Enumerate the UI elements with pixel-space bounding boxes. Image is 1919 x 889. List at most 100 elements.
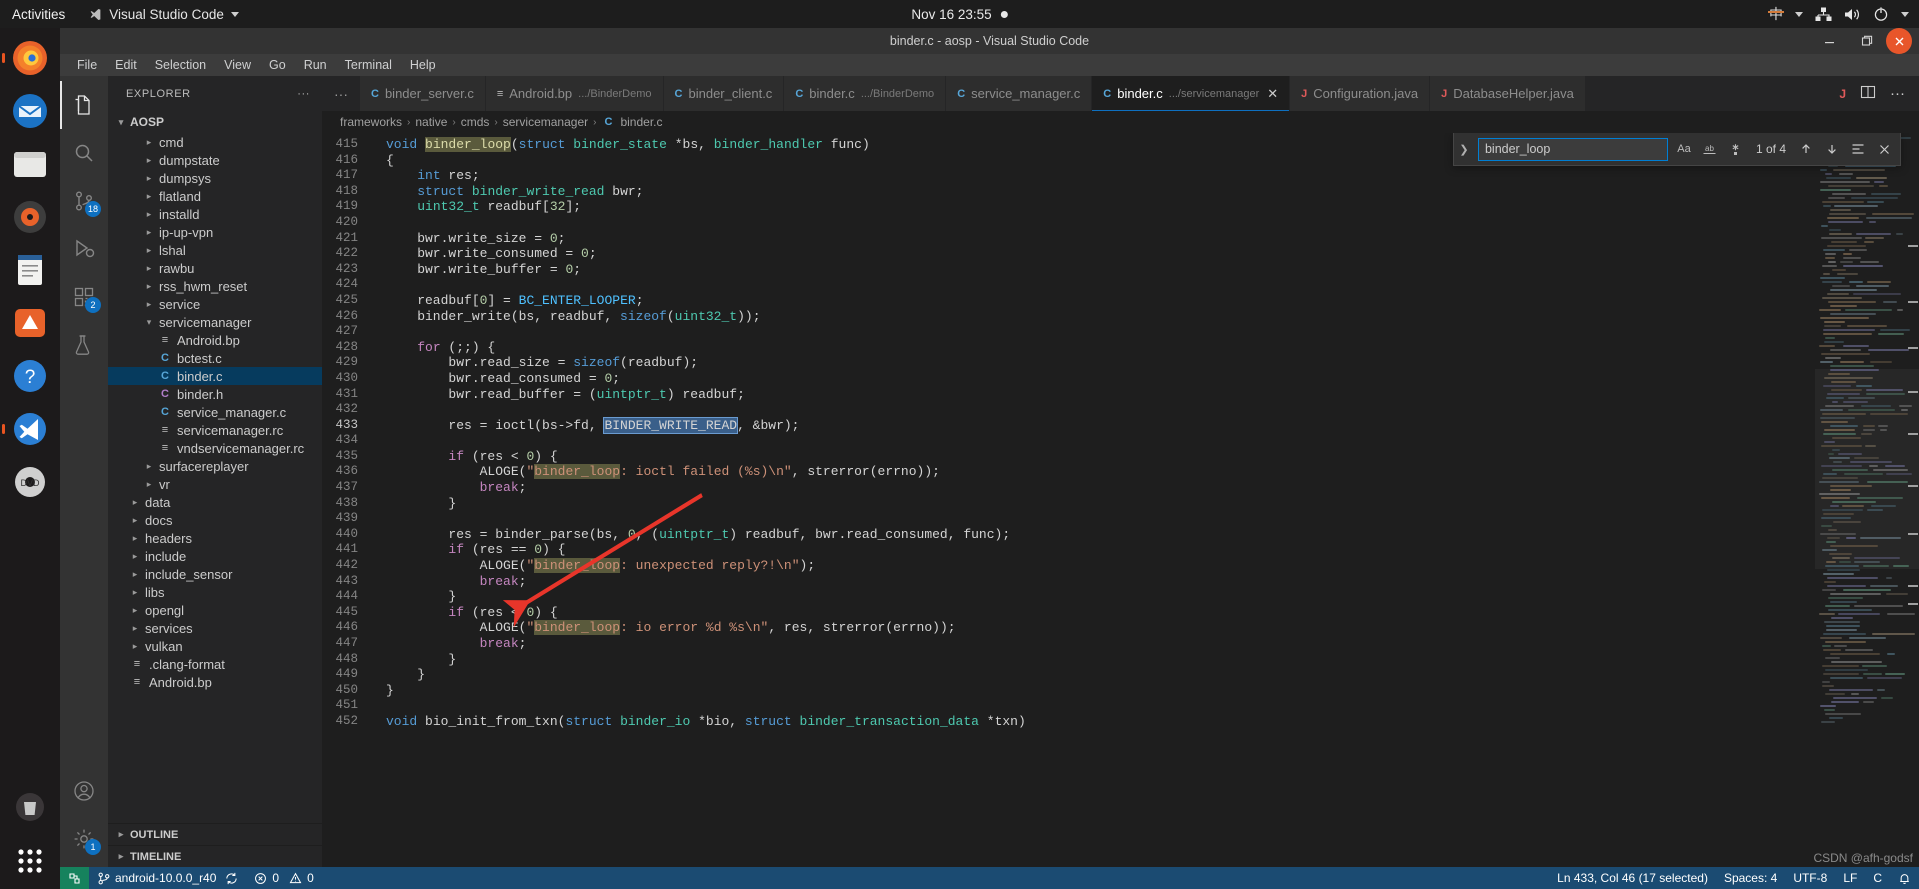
editor-tab[interactable]: JDatabaseHelper.java xyxy=(1430,76,1586,111)
minimap[interactable] xyxy=(1815,133,1919,867)
tree-folder[interactable]: ▸libs xyxy=(108,583,322,601)
code-line[interactable]: if (res < 0) { xyxy=(386,449,1815,465)
tree-file[interactable]: ≡Android.bp xyxy=(108,673,322,691)
code-line[interactable]: } xyxy=(386,589,1815,605)
code-line[interactable]: struct binder_write_read bwr; xyxy=(386,184,1815,200)
code-line[interactable]: } xyxy=(386,652,1815,668)
code-line[interactable]: res = binder_parse(bs, 0, (uintptr_t) re… xyxy=(386,527,1815,543)
system-chevron-down-icon[interactable] xyxy=(1901,12,1909,17)
code-line[interactable]: } xyxy=(386,683,1815,699)
app-menu-button[interactable]: Visual Studio Code xyxy=(79,7,249,22)
code-line[interactable] xyxy=(386,277,1815,293)
code-line[interactable]: uint32_t readbuf[32]; xyxy=(386,199,1815,215)
tree-folder[interactable]: ▸rss_hwm_reset xyxy=(108,277,322,295)
tree-file[interactable]: ≡.clang-format xyxy=(108,655,322,673)
code-line[interactable]: bwr.write_consumed = 0; xyxy=(386,246,1815,262)
code-line[interactable] xyxy=(386,511,1815,527)
close-button[interactable] xyxy=(1886,28,1912,54)
toggle-replace-chevron-right-icon[interactable]: ❯ xyxy=(1456,143,1472,156)
tree-folder[interactable]: ▸rawbu xyxy=(108,259,322,277)
tree-folder[interactable]: ▸surfacereplayer xyxy=(108,457,322,475)
menu-item-edit[interactable]: Edit xyxy=(106,56,146,74)
find-next-button[interactable] xyxy=(1822,139,1842,159)
menu-item-view[interactable]: View xyxy=(215,56,260,74)
code-line[interactable]: bwr.write_size = 0; xyxy=(386,231,1815,247)
dock-item-visual-studio-code[interactable] xyxy=(8,407,52,451)
code-line[interactable]: if (res < 0) { xyxy=(386,605,1815,621)
tree-folder[interactable]: ▸opengl xyxy=(108,601,322,619)
dock-item-dvd-drive[interactable]: DVD xyxy=(8,460,52,504)
match-whole-word-option[interactable]: ab xyxy=(1700,139,1720,159)
code-content[interactable]: void binder_loop(struct binder_state *bs… xyxy=(378,133,1815,867)
indentation-setting[interactable]: Spaces: 4 xyxy=(1716,867,1785,889)
eol-setting[interactable]: LF xyxy=(1835,867,1865,889)
code-line[interactable]: bwr.write_buffer = 0; xyxy=(386,262,1815,278)
dock-item-firefox[interactable] xyxy=(8,36,52,80)
breadcrumb-item[interactable]: native xyxy=(415,115,447,129)
editor-tab[interactable]: Cbinder_client.c xyxy=(664,76,785,111)
code-line[interactable]: bwr.read_consumed = 0; xyxy=(386,371,1815,387)
tree-folder[interactable]: ▾servicemanager xyxy=(108,313,322,331)
menu-item-help[interactable]: Help xyxy=(401,56,445,74)
find-input[interactable]: binder_loop xyxy=(1478,138,1668,161)
code-line[interactable] xyxy=(386,433,1815,449)
tabs-overflow-button[interactable]: ··· xyxy=(322,76,360,111)
sidebar-section-timeline[interactable]: ▸ TIMELINE xyxy=(108,845,322,867)
breadcrumb-item[interactable]: servicemanager xyxy=(503,115,588,129)
remote-indicator[interactable] xyxy=(60,867,89,889)
menu-item-selection[interactable]: Selection xyxy=(146,56,215,74)
clock-button[interactable]: Nov 16 23:55 xyxy=(911,7,1007,22)
network-icon[interactable] xyxy=(1815,7,1832,22)
use-regex-option[interactable] xyxy=(1726,139,1746,159)
tree-folder[interactable]: ▸lshal xyxy=(108,241,322,259)
tree-folder[interactable]: ▸flatland xyxy=(108,187,322,205)
dock-item-libreoffice-writer[interactable] xyxy=(8,248,52,292)
editor-tab[interactable]: Cbinder.c.../servicemanager✕ xyxy=(1092,76,1290,111)
code-line[interactable]: ALOGE("binder_loop: ioctl failed (%s)\n"… xyxy=(386,464,1815,480)
code-line[interactable]: break; xyxy=(386,574,1815,590)
code-line[interactable]: ALOGE("binder_loop: unexpected reply?!\n… xyxy=(386,558,1815,574)
activitybar-item-testing[interactable] xyxy=(60,321,108,369)
activitybar-item-run-and-debug[interactable] xyxy=(60,225,108,273)
tree-folder[interactable]: ▸installd xyxy=(108,205,322,223)
code-line[interactable]: } xyxy=(386,496,1815,512)
menu-item-terminal[interactable]: Terminal xyxy=(336,56,401,74)
tree-file[interactable]: ≡servicemanager.rc xyxy=(108,421,322,439)
code-line[interactable] xyxy=(386,215,1815,231)
tree-file[interactable]: Cbctest.c xyxy=(108,349,322,367)
activitybar-item-explorer[interactable] xyxy=(60,81,108,129)
menu-item-file[interactable]: File xyxy=(68,56,106,74)
tree-folder[interactable]: ▸dumpstate xyxy=(108,151,322,169)
tree-file[interactable]: Cservice_manager.c xyxy=(108,403,322,421)
encoding-setting[interactable]: UTF-8 xyxy=(1785,867,1835,889)
code-line[interactable]: bwr.read_size = sizeof(readbuf); xyxy=(386,355,1815,371)
breadcrumb-item[interactable]: cmds xyxy=(461,115,490,129)
editor-more-actions-button[interactable]: ··· xyxy=(1890,89,1905,99)
menu-item-run[interactable]: Run xyxy=(295,56,336,74)
editor-tab[interactable]: Cbinder_server.c xyxy=(360,76,486,111)
maximize-button[interactable] xyxy=(1848,28,1886,54)
dock-item-rhythmbox[interactable] xyxy=(8,195,52,239)
code-editor[interactable]: 4154164174184194204214224234244254264274… xyxy=(322,133,1919,867)
minimize-button[interactable] xyxy=(1810,28,1848,54)
tree-folder[interactable]: ▸headers xyxy=(108,529,322,547)
tree-folder[interactable]: ▸services xyxy=(108,619,322,637)
editor-tab[interactable]: ≡Android.bp.../BinderDemo xyxy=(486,76,664,111)
tree-folder[interactable]: ▸service xyxy=(108,295,322,313)
activitybar-item-accounts[interactable] xyxy=(60,767,108,815)
editor-tab-close-button[interactable]: ✕ xyxy=(1267,86,1278,102)
code-line[interactable]: break; xyxy=(386,480,1815,496)
input-method-indicator[interactable]: 中 xyxy=(1769,4,1783,24)
activitybar-item-extensions[interactable]: 2 xyxy=(60,273,108,321)
breadcrumb-item[interactable]: frameworks xyxy=(340,115,402,129)
code-line[interactable]: readbuf[0] = BC_ENTER_LOOPER; xyxy=(386,293,1815,309)
vertical-scrollbar[interactable] xyxy=(1905,133,1919,867)
tree-folder[interactable]: ▸vr xyxy=(108,475,322,493)
activitybar-item-source-control[interactable]: 18 xyxy=(60,177,108,225)
code-line[interactable]: bwr.read_buffer = (uintptr_t) readbuf; xyxy=(386,387,1815,403)
code-line[interactable]: binder_write(bs, readbuf, sizeof(uint32_… xyxy=(386,309,1815,325)
find-in-selection-button[interactable] xyxy=(1848,139,1868,159)
problems-indicator[interactable]: 0 0 xyxy=(246,867,321,889)
breadcrumb-file[interactable]: Cbinder.c xyxy=(601,115,662,129)
menu-item-go[interactable]: Go xyxy=(260,56,295,74)
